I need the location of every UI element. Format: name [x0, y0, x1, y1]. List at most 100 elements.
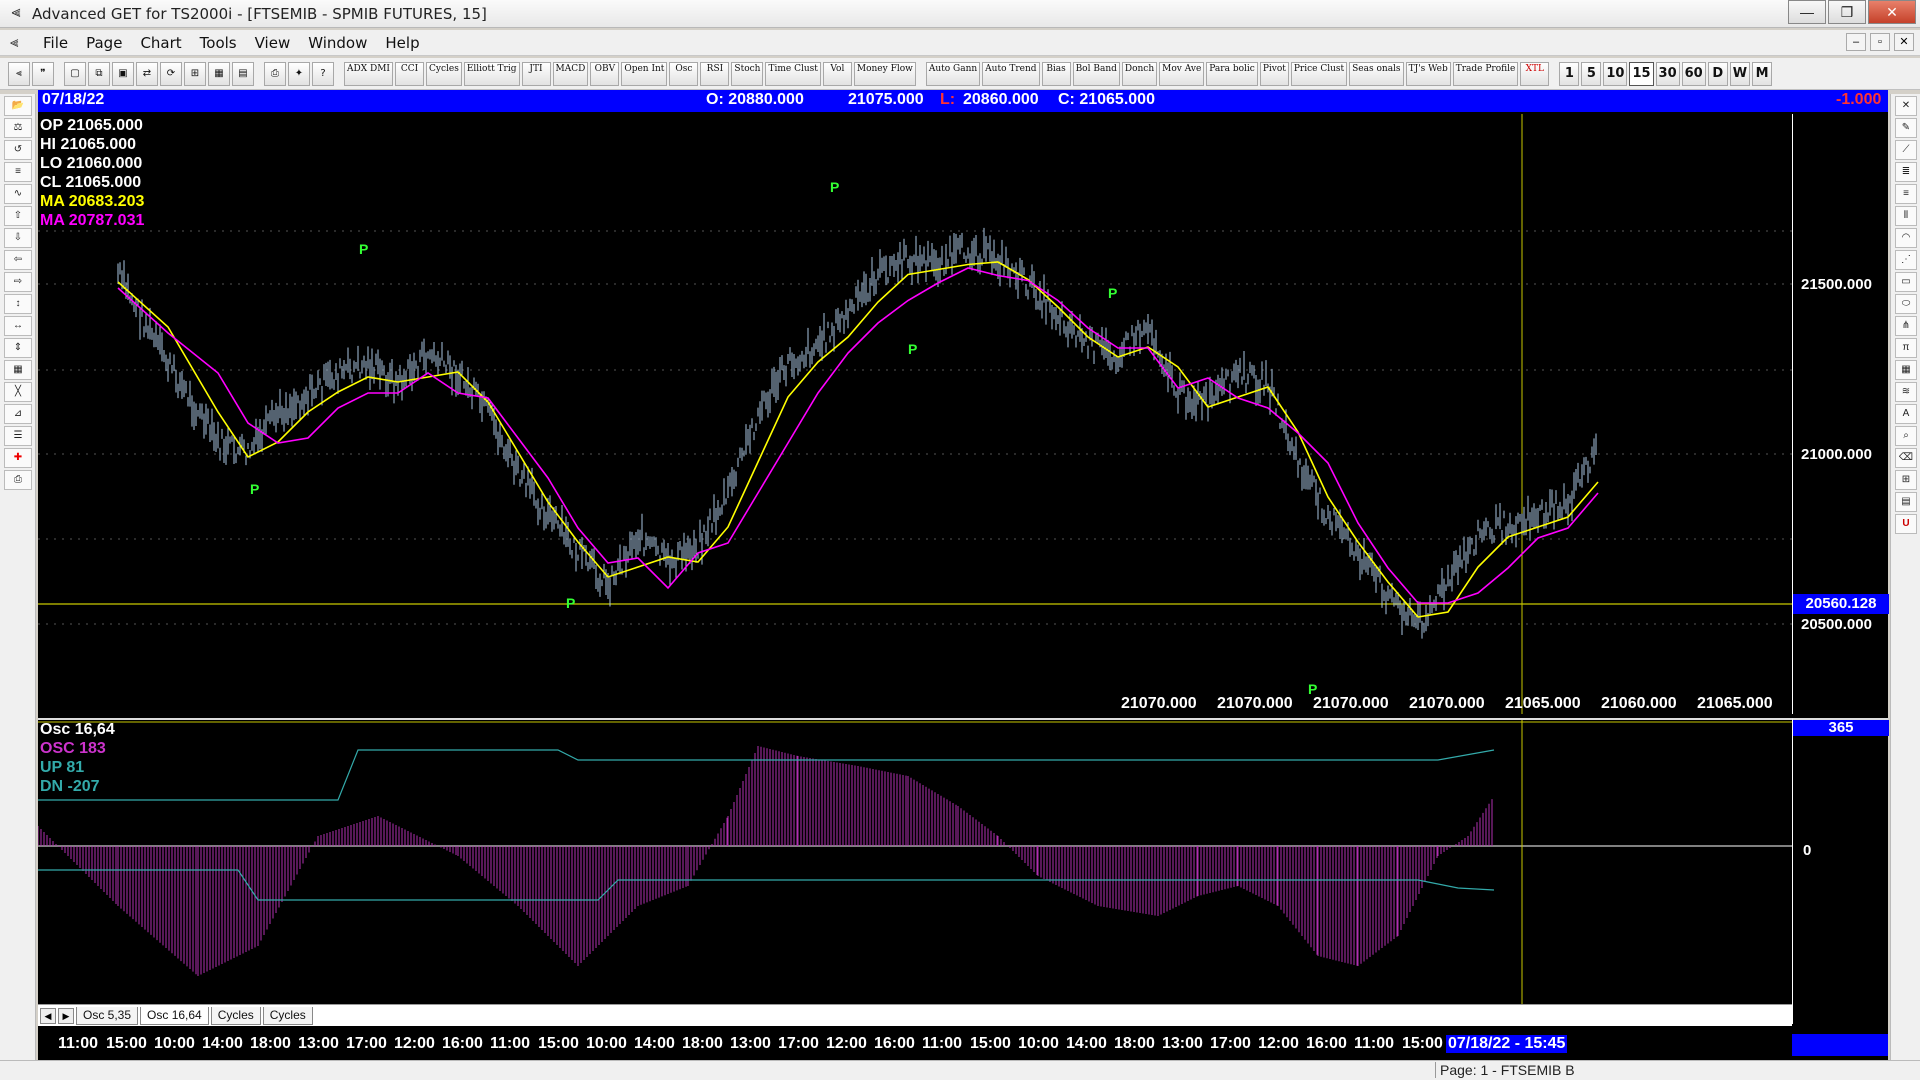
help-icon[interactable]: ? — [312, 61, 334, 86]
trendline-icon[interactable]: ⟋ — [1895, 140, 1917, 160]
printer-icon[interactable]: ⎙ — [4, 470, 32, 490]
magnet-icon[interactable]: U — [1895, 514, 1917, 534]
study-stoch[interactable]: Stoch — [731, 61, 764, 86]
lines-icon[interactable]: ╳ — [4, 382, 32, 402]
study-rsi[interactable]: RSI — [700, 61, 730, 86]
study-tjs-web[interactable]: TJ's Web — [1405, 61, 1451, 86]
grid-tool-icon[interactable]: ▦ — [1895, 360, 1917, 380]
app-icon[interactable]: ⫷ — [6, 4, 26, 24]
grid-select-icon[interactable]: ▦ — [4, 360, 32, 380]
time-axis[interactable]: 11:00 15:00 10:00 14:00 18:00 13:00 17:00 12:00… — [38, 1034, 1792, 1056]
close-chart-icon[interactable]: ✕ — [1895, 96, 1917, 116]
maximize-button[interactable]: ❒ — [1828, 0, 1866, 24]
price-axis[interactable]: 21500.000 21000.000 20560.128 20500.000 — [1792, 114, 1889, 714]
scales-icon[interactable]: ⚖ — [4, 118, 32, 138]
study-bol-band[interactable]: Bol Band — [1072, 61, 1120, 86]
document-icon[interactable]: ⫷ — [10, 34, 28, 51]
calendar-icon[interactable]: ▤ — [1895, 492, 1917, 512]
study-trade-profile[interactable]: Trade Profile — [1452, 61, 1519, 86]
study-xtl[interactable]: XTL — [1520, 61, 1550, 86]
eraser-icon[interactable]: ⌫ — [1895, 448, 1917, 468]
fib-time-icon[interactable]: ⦀ — [1895, 206, 1917, 226]
link-icon[interactable]: ⇄ — [136, 61, 158, 86]
refresh-icon[interactable]: ⟳ — [160, 61, 182, 86]
study-money-flow[interactable]: Money Flow — [853, 61, 916, 86]
tab-osc-5-35[interactable]: Osc 5,35 — [76, 1006, 139, 1025]
mdi-minimize-button[interactable]: – — [1846, 33, 1866, 51]
study-time-clust[interactable]: Time Clust — [765, 61, 821, 86]
mdi-close-button[interactable]: ✕ — [1894, 33, 1914, 51]
menu-tools[interactable]: Tools — [191, 34, 246, 52]
menu-file[interactable]: File — [34, 34, 77, 52]
study-osc[interactable]: Osc — [669, 61, 699, 86]
bulb-icon[interactable]: ✦ — [288, 61, 310, 86]
timeframe-5[interactable]: 5 — [1581, 61, 1602, 86]
bars-icon[interactable]: ↕ — [4, 294, 32, 314]
zoom-icon[interactable]: ⌕ — [1895, 426, 1917, 446]
study-donch[interactable]: Donch — [1121, 61, 1158, 86]
study-mov-ave[interactable]: Mov Ave — [1159, 61, 1205, 86]
arrow-left-icon[interactable]: ⇦ — [4, 250, 32, 270]
study-cycles[interactable]: Cycles — [425, 61, 462, 86]
cursor-icon[interactable]: ⫷ — [8, 61, 30, 86]
study-elliott-trig[interactable]: Elliott Trig — [463, 61, 520, 86]
text-tool-icon[interactable]: A — [1895, 404, 1917, 424]
expand-icon[interactable]: ⇕ — [4, 338, 32, 358]
timeframe-w[interactable]: W — [1729, 61, 1751, 86]
timeframe-1[interactable]: 1 — [1559, 61, 1580, 86]
menu-help[interactable]: Help — [376, 34, 428, 52]
quote-icon[interactable]: ❞ — [32, 61, 54, 86]
pencil-icon[interactable]: ✎ — [1895, 118, 1917, 138]
menu-chart[interactable]: Chart — [131, 34, 190, 52]
new-page-icon[interactable]: ▢ — [64, 61, 86, 86]
chart-icon[interactable]: ▤ — [232, 61, 254, 86]
tab-osc-16-64[interactable]: Osc 16,64 — [140, 1006, 209, 1025]
menu-page[interactable]: Page — [77, 34, 131, 52]
study-cci[interactable]: CCI — [394, 61, 424, 86]
study-jti[interactable]: JTI — [521, 61, 551, 86]
arrow-up-icon[interactable]: ⇧ — [4, 206, 32, 226]
study-bias[interactable]: Bias — [1041, 61, 1071, 86]
tab-scroll-right[interactable]: ▶ — [58, 1007, 74, 1024]
oscillator-axis[interactable]: 365 0 — [1792, 718, 1889, 1024]
study-price-clust[interactable]: Price Clust — [1290, 61, 1348, 86]
study-macd[interactable]: MACD — [552, 61, 589, 86]
pti-icon[interactable]: π — [1895, 338, 1917, 358]
study-open-int[interactable]: Open Int — [621, 61, 668, 86]
timeframe-10[interactable]: 10 — [1603, 61, 1628, 86]
tab-cycles-1[interactable]: Cycles — [210, 1006, 261, 1025]
fib-icon[interactable]: ☰ — [4, 426, 32, 446]
mdi-restore-button[interactable]: ▫ — [1870, 33, 1890, 51]
timeframe-30[interactable]: 30 — [1655, 61, 1680, 86]
copy-icon[interactable]: ⧉ — [88, 61, 110, 86]
study-obv[interactable]: OBV — [590, 61, 620, 86]
mob-icon[interactable]: ≋ — [1895, 382, 1917, 402]
oscillator-panel[interactable] — [38, 718, 1792, 1004]
close-button[interactable]: ✕ — [1868, 0, 1916, 24]
open-icon[interactable]: ▣ — [112, 61, 134, 86]
study-icon[interactable]: ≡ — [4, 162, 32, 182]
reset-icon[interactable]: ↺ — [4, 140, 32, 160]
arrow-down-icon[interactable]: ⇩ — [4, 228, 32, 248]
study-seasonals[interactable]: Seas onals — [1349, 61, 1404, 86]
compress-icon[interactable]: ↔ — [4, 316, 32, 336]
tile-icon[interactable]: ⊞ — [184, 61, 206, 86]
timeframe-d[interactable]: D — [1707, 61, 1728, 86]
fib-ext-icon[interactable]: ≡ — [1895, 184, 1917, 204]
tab-cycles-2[interactable]: Cycles — [262, 1006, 313, 1025]
study-pivot[interactable]: Pivot — [1259, 61, 1289, 86]
timeframe-15[interactable]: 15 — [1629, 61, 1654, 86]
study-auto-trend[interactable]: Auto Trend — [982, 61, 1040, 86]
timeframe-m[interactable]: M — [1752, 61, 1773, 86]
data-icon[interactable]: ⊞ — [1895, 470, 1917, 490]
fib-ret-icon[interactable]: ≣ — [1895, 162, 1917, 182]
grid-icon[interactable]: ▦ — [208, 61, 230, 86]
price-panel[interactable]: PPPPPPP — [38, 114, 1792, 714]
study-auto-gann[interactable]: Auto Gann — [925, 61, 981, 86]
crosshair-icon[interactable]: ✚ — [4, 448, 32, 468]
tab-scroll-left[interactable]: ◀ — [40, 1007, 56, 1024]
timeframe-60[interactable]: 60 — [1681, 61, 1706, 86]
menu-view[interactable]: View — [246, 34, 300, 52]
study-vol[interactable]: Vol — [822, 61, 852, 86]
menu-window[interactable]: Window — [299, 34, 376, 52]
